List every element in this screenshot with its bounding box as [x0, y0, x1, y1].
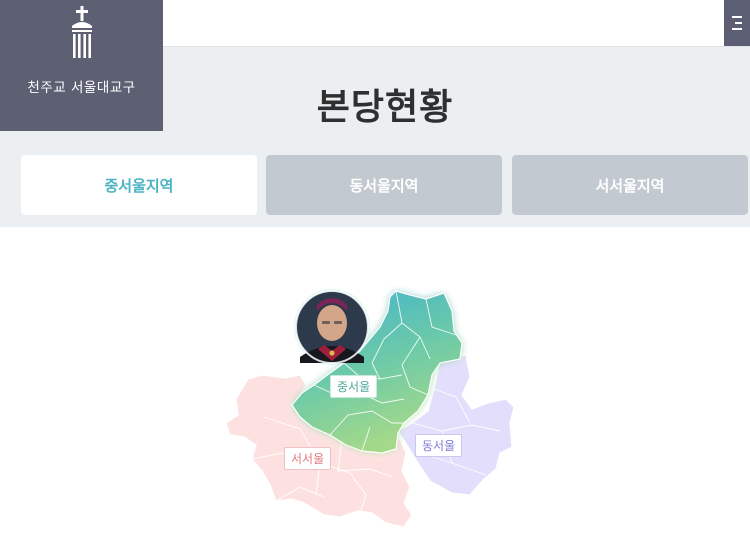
- tab-central-seoul[interactable]: 중서울지역: [21, 155, 257, 215]
- cathedral-emblem-icon: [62, 6, 102, 66]
- west-seoul-label[interactable]: 서서울: [284, 447, 332, 470]
- tab-east-seoul[interactable]: 동서울지역: [266, 155, 502, 215]
- logo-text: 천주교 서울대교구: [27, 80, 136, 96]
- seoul-map: 중서울 동서울 서서울: [0, 227, 750, 546]
- menu-button[interactable]: [724, 0, 750, 46]
- menu-icon-line: [732, 16, 742, 18]
- east-seoul-label[interactable]: 동서울: [415, 434, 463, 457]
- tab-west-seoul[interactable]: 서서울지역: [512, 155, 748, 215]
- central-seoul-label[interactable]: 중서울: [330, 375, 378, 398]
- bishop-portrait: [294, 289, 370, 365]
- menu-icon-line: [735, 22, 742, 24]
- site-logo[interactable]: 천주교 서울대교구: [0, 0, 163, 131]
- menu-icon-line: [732, 28, 742, 30]
